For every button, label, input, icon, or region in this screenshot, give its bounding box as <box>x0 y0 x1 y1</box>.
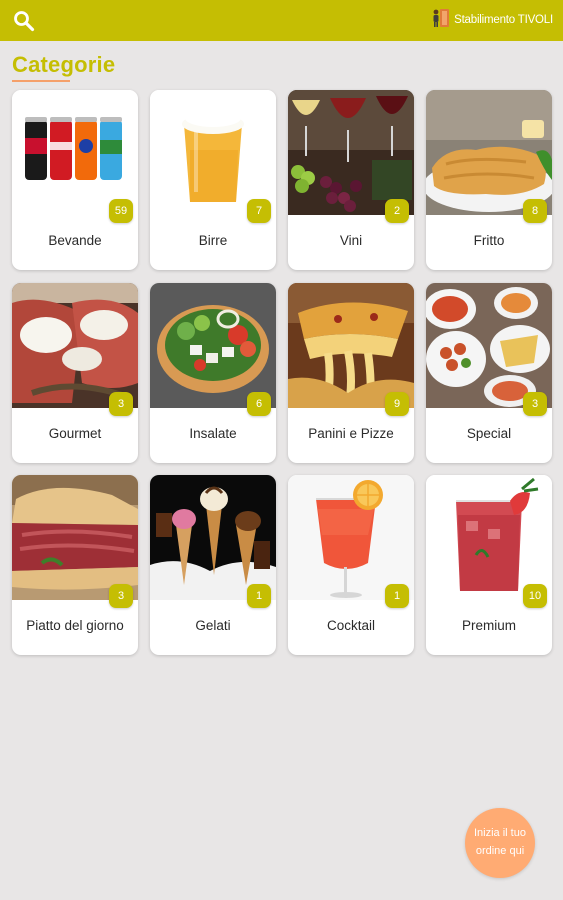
category-card-gourmet[interactable]: 3 Gourmet <box>12 283 138 463</box>
title-underline <box>12 80 70 82</box>
category-card-special[interactable]: 3 Special <box>426 283 552 463</box>
category-image <box>426 283 552 408</box>
category-label: Premium <box>461 618 516 633</box>
waiter-icon <box>430 7 452 34</box>
category-image <box>150 283 276 408</box>
category-label: Cocktail <box>326 618 375 633</box>
category-card-gelati[interactable]: 1 Gelati <box>150 475 276 655</box>
category-image <box>288 475 414 600</box>
start-order-button[interactable]: Inizia il tuo ordine qui <box>465 808 535 878</box>
category-card-insalate[interactable]: 6 Insalate <box>150 283 276 463</box>
category-label: Birre <box>198 233 228 248</box>
item-count-badge: 7 <box>247 199 271 223</box>
category-card-piatto-del-giorno[interactable]: 3 Piatto del giorno <box>12 475 138 655</box>
category-card-vini[interactable]: 2 Vini <box>288 90 414 270</box>
category-image <box>150 90 276 215</box>
venue-info: Stabilimento TIVOLI <box>430 7 553 34</box>
top-bar: Stabilimento TIVOLI <box>0 0 563 41</box>
item-count-badge: 2 <box>385 199 409 223</box>
item-count-badge: 9 <box>385 392 409 416</box>
item-count-badge: 59 <box>109 199 133 223</box>
page-title: Categorie <box>12 52 116 77</box>
item-count-badge: 1 <box>385 584 409 608</box>
category-label: Vini <box>339 233 363 248</box>
category-card-cocktail[interactable]: 1 Cocktail <box>288 475 414 655</box>
item-count-badge: 3 <box>523 392 547 416</box>
category-card-fritto[interactable]: 8 Fritto <box>426 90 552 270</box>
venue-name: Stabilimento TIVOLI <box>454 14 553 26</box>
search-icon[interactable] <box>12 9 36 33</box>
category-image <box>426 90 552 215</box>
category-label: Insalate <box>189 426 237 441</box>
category-image <box>288 283 414 408</box>
category-label: Piatto del giorno <box>26 618 124 633</box>
category-label: Gourmet <box>48 426 102 441</box>
category-label: Fritto <box>473 233 505 248</box>
category-image <box>426 475 552 600</box>
category-image <box>12 475 138 600</box>
item-count-badge: 1 <box>247 584 271 608</box>
item-count-badge: 10 <box>523 584 547 608</box>
category-card-bevande[interactable]: 59 Bevande <box>12 90 138 270</box>
item-count-badge: 3 <box>109 392 133 416</box>
category-label: Panini e Pizze <box>308 426 394 441</box>
category-label: Bevande <box>48 233 102 248</box>
item-count-badge: 3 <box>109 584 133 608</box>
start-order-label-line2: ordine qui <box>475 845 525 857</box>
category-image <box>288 90 414 215</box>
category-image <box>12 283 138 408</box>
category-label: Gelati <box>195 618 231 633</box>
category-card-birre[interactable]: 7 Birre <box>150 90 276 270</box>
item-count-badge: 6 <box>247 392 271 416</box>
category-card-panini-e-pizze[interactable]: 9 Panini e Pizze <box>288 283 414 463</box>
category-image <box>12 90 138 215</box>
start-order-label-line1: Inizia il tuo <box>474 827 526 840</box>
category-card-premium[interactable]: 10 Premium <box>426 475 552 655</box>
category-image <box>150 475 276 600</box>
category-label: Special <box>466 426 512 441</box>
item-count-badge: 8 <box>523 199 547 223</box>
